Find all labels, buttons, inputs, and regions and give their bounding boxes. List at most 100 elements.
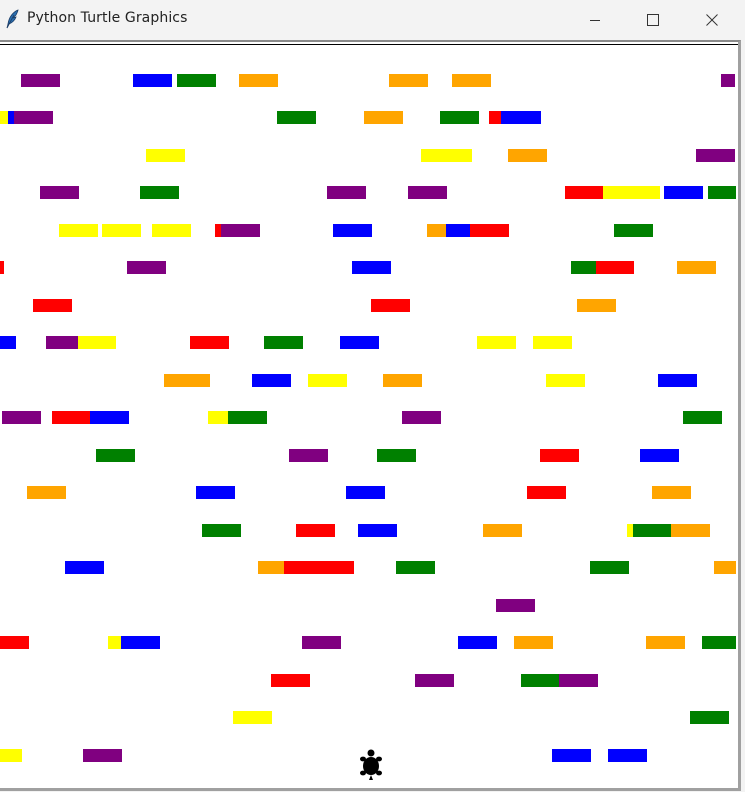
- green-brick: [571, 261, 596, 274]
- purple-brick: [289, 449, 328, 462]
- blue-brick: [664, 186, 703, 199]
- yellow-brick: [603, 186, 660, 199]
- yellow-brick: [308, 374, 347, 387]
- green-brick: [96, 449, 135, 462]
- purple-brick: [127, 261, 166, 274]
- purple-brick: [696, 149, 735, 162]
- orange-brick: [427, 224, 446, 237]
- green-brick: [440, 111, 479, 124]
- yellow-brick: [477, 336, 516, 349]
- green-brick: [377, 449, 416, 462]
- blue-brick: [121, 636, 160, 649]
- green-brick: [633, 524, 671, 537]
- green-brick: [590, 561, 629, 574]
- orange-brick: [508, 149, 547, 162]
- yellow-brick: [233, 711, 272, 724]
- red-brick: [371, 299, 410, 312]
- red-brick: [489, 111, 501, 124]
- green-brick: [228, 411, 267, 424]
- yellow-brick: [59, 224, 98, 237]
- yellow-brick: [0, 749, 22, 762]
- purple-brick: [559, 674, 598, 687]
- blue-brick: [358, 524, 397, 537]
- yellow-brick: [533, 336, 572, 349]
- green-brick: [690, 711, 729, 724]
- green-brick: [264, 336, 303, 349]
- orange-brick: [389, 74, 428, 87]
- orange-brick: [652, 486, 691, 499]
- red-brick: [190, 336, 229, 349]
- red-brick: [33, 299, 72, 312]
- yellow-brick: [208, 411, 228, 424]
- green-brick: [140, 186, 179, 199]
- red-brick: [0, 261, 4, 274]
- purple-brick: [496, 599, 535, 612]
- red-brick: [596, 261, 634, 274]
- blue-brick: [346, 486, 385, 499]
- purple-brick: [46, 336, 78, 349]
- yellow-brick: [152, 224, 191, 237]
- yellow-brick: [146, 149, 185, 162]
- purple-brick: [721, 74, 735, 87]
- orange-brick: [577, 299, 616, 312]
- blue-brick: [608, 749, 647, 762]
- purple-brick: [415, 674, 454, 687]
- blue-brick: [333, 224, 372, 237]
- green-brick: [202, 524, 241, 537]
- yellow-brick: [421, 149, 472, 162]
- orange-brick: [452, 74, 491, 87]
- red-brick: [52, 411, 90, 424]
- blue-brick: [658, 374, 697, 387]
- blue-brick: [352, 261, 391, 274]
- red-brick: [296, 524, 335, 537]
- orange-brick: [671, 524, 710, 537]
- orange-brick: [239, 74, 278, 87]
- yellow-brick: [102, 224, 141, 237]
- green-brick: [614, 224, 653, 237]
- yellow-brick: [78, 336, 116, 349]
- orange-brick: [483, 524, 522, 537]
- green-brick: [521, 674, 559, 687]
- blue-brick: [133, 74, 172, 87]
- blue-brick: [501, 111, 541, 124]
- blue-brick: [552, 749, 591, 762]
- green-brick: [708, 186, 736, 199]
- blue-brick: [65, 561, 104, 574]
- orange-brick: [164, 374, 210, 387]
- blue-brick: [640, 449, 679, 462]
- purple-brick: [327, 186, 366, 199]
- yellow-brick: [108, 636, 121, 649]
- red-brick: [527, 486, 566, 499]
- turtle-icon: [360, 749, 382, 780]
- purple-brick: [302, 636, 341, 649]
- green-brick: [702, 636, 736, 649]
- red-brick: [565, 186, 603, 199]
- blue-brick: [340, 336, 379, 349]
- red-brick: [284, 561, 354, 574]
- orange-brick: [27, 486, 66, 499]
- orange-brick: [383, 374, 422, 387]
- yellow-brick: [0, 111, 8, 124]
- orange-brick: [514, 636, 553, 649]
- purple-brick: [2, 411, 41, 424]
- blue-brick: [0, 336, 16, 349]
- purple-brick: [402, 411, 441, 424]
- orange-brick: [714, 561, 736, 574]
- red-brick: [0, 636, 29, 649]
- green-brick: [277, 111, 316, 124]
- purple-brick: [408, 186, 447, 199]
- blue-brick: [458, 636, 497, 649]
- orange-brick: [646, 636, 685, 649]
- purple-brick: [21, 74, 60, 87]
- green-brick: [177, 74, 216, 87]
- purple-brick: [14, 111, 53, 124]
- red-brick: [271, 674, 310, 687]
- green-brick: [683, 411, 722, 424]
- blue-brick: [446, 224, 470, 237]
- red-brick: [470, 224, 509, 237]
- green-brick: [396, 561, 435, 574]
- red-brick: [540, 449, 579, 462]
- blue-brick: [196, 486, 235, 499]
- purple-brick: [221, 224, 260, 237]
- orange-brick: [677, 261, 716, 274]
